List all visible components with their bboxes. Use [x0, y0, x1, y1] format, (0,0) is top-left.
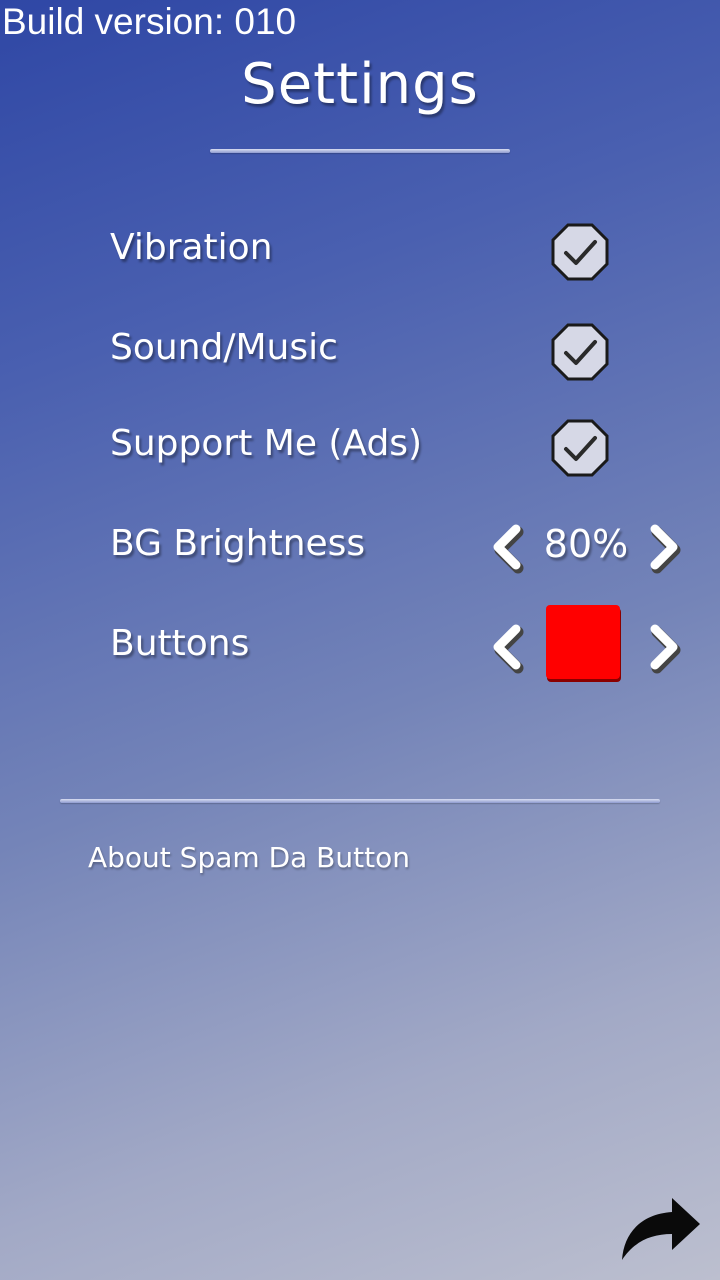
buttons-label: Buttons: [110, 623, 250, 664]
chevron-left-icon: [493, 524, 524, 574]
title-divider: [210, 149, 510, 153]
section-divider: [60, 799, 660, 803]
bg-brightness-label: BG Brightness: [110, 523, 366, 564]
back-button[interactable]: [618, 1192, 704, 1264]
build-version: Build version: 010: [2, 1, 297, 42]
chevron-right-icon: [650, 524, 681, 574]
brightness-prev-button[interactable]: [486, 519, 526, 575]
support-ads-label: Support Me (Ads): [110, 423, 423, 464]
chevron-right-icon: [650, 624, 681, 674]
button-color-swatch[interactable]: [546, 605, 620, 679]
brightness-value: 80%: [543, 522, 629, 566]
chevron-left-icon: [493, 624, 524, 674]
support-ads-checkbox[interactable]: [551, 419, 609, 477]
buttons-next-button[interactable]: [645, 619, 685, 675]
vibration-label: Vibration: [110, 227, 273, 268]
vibration-checkbox[interactable]: [551, 223, 609, 281]
share-arrow-icon: [622, 1198, 700, 1260]
about-link[interactable]: About Spam Da Button: [88, 838, 410, 878]
brightness-next-button[interactable]: [645, 519, 685, 575]
sound-music-checkbox[interactable]: [551, 323, 609, 381]
buttons-prev-button[interactable]: [486, 619, 526, 675]
page-title: Settings: [241, 52, 479, 117]
sound-music-label: Sound/Music: [110, 327, 338, 368]
